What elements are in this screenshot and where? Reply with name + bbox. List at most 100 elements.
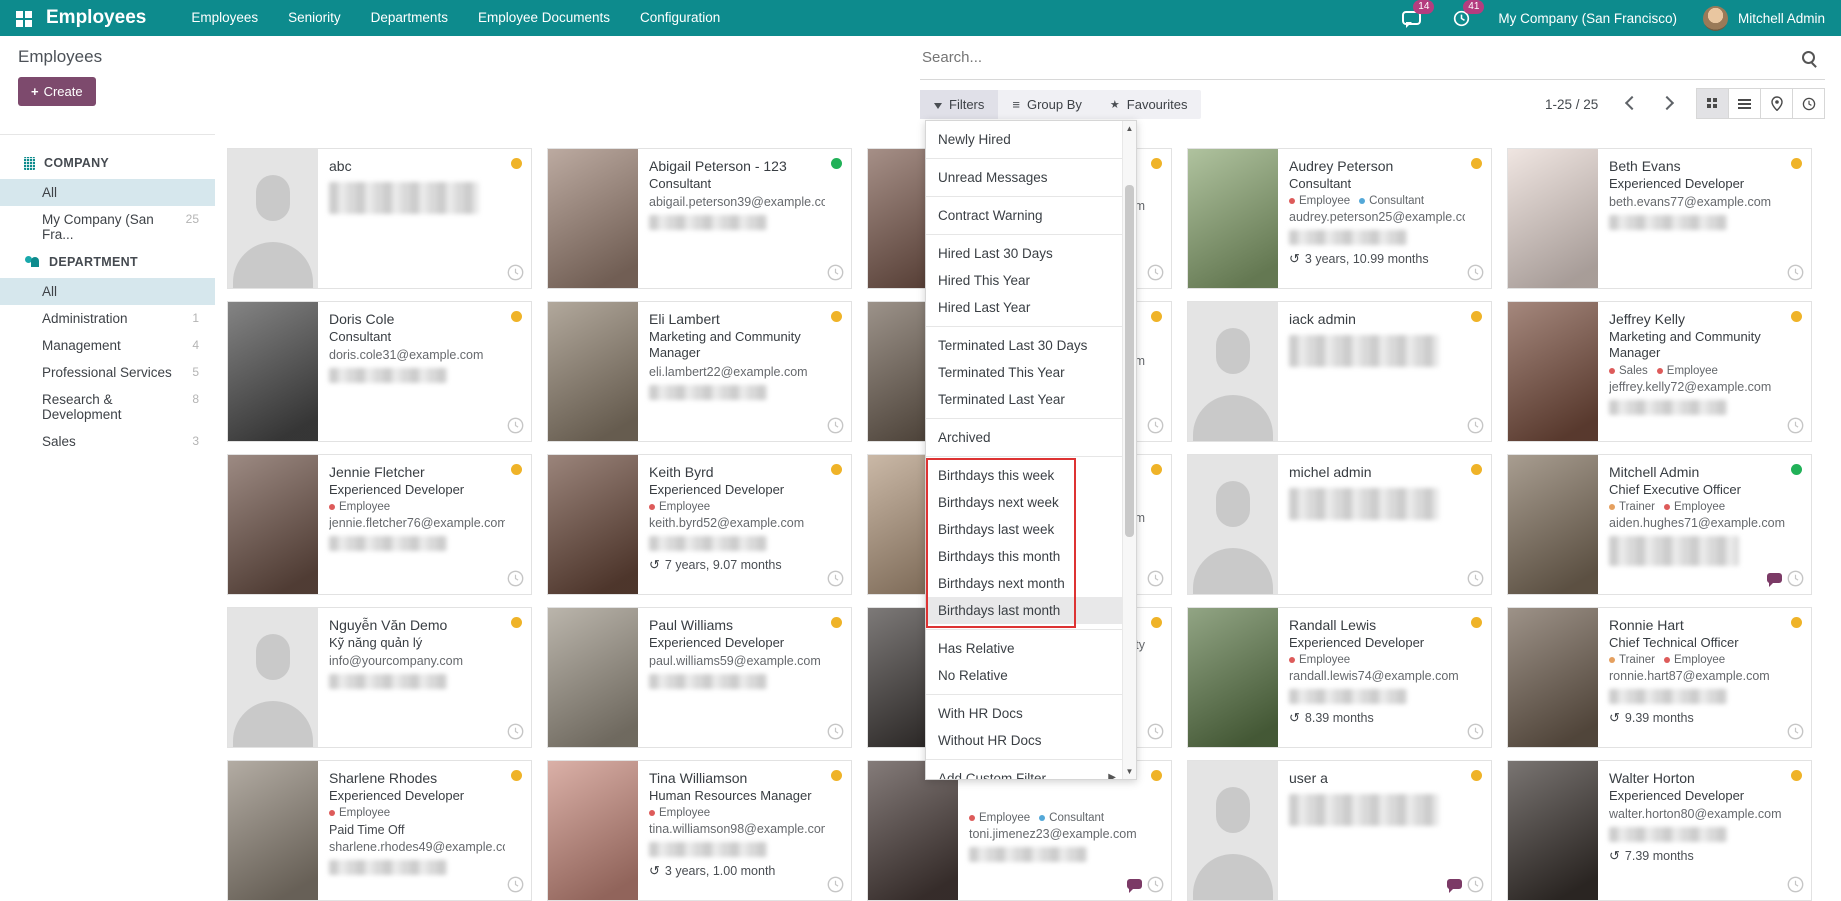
map-view-button[interactable] <box>1760 88 1793 119</box>
employee-card[interactable]: Doris ColeConsultantdoris.cole31@example… <box>227 301 532 442</box>
activity-clock-icon[interactable] <box>507 723 524 740</box>
sidebar-item-management[interactable]: Management4 <box>0 332 215 359</box>
filter-item-archived[interactable]: Archived <box>926 424 1136 451</box>
activity-clock-icon[interactable] <box>1787 723 1804 740</box>
activity-clock-icon[interactable] <box>1467 570 1484 587</box>
chat-message-icon[interactable] <box>1447 879 1462 889</box>
status-dot-yellow[interactable] <box>1471 158 1482 169</box>
filters-button[interactable]: Filters <box>920 90 998 119</box>
pager-previous-button[interactable] <box>1620 92 1642 114</box>
filter-item-hired-this-year[interactable]: Hired This Year <box>926 267 1136 294</box>
filter-item-birthdays-next-month[interactable]: Birthdays next month <box>926 570 1136 597</box>
status-dot-yellow[interactable] <box>831 770 842 781</box>
user-avatar[interactable] <box>1703 6 1728 31</box>
employee-card[interactable]: Jeffrey KellyMarketing and Community Man… <box>1507 301 1812 442</box>
status-dot-yellow[interactable] <box>1151 617 1162 628</box>
filter-item-newly-hired[interactable]: Newly Hired <box>926 126 1136 153</box>
filter-item-birthdays-last-month[interactable]: Birthdays last month <box>926 597 1136 624</box>
employee-card[interactable]: Mitchell AdminChief Executive OfficerTra… <box>1507 454 1812 595</box>
activity-clock-icon[interactable] <box>1467 723 1484 740</box>
filter-item-birthdays-this-week[interactable]: Birthdays this week <box>926 462 1136 489</box>
status-dot-yellow[interactable] <box>1471 464 1482 475</box>
status-dot-yellow[interactable] <box>1471 311 1482 322</box>
filter-item-terminated-this-year[interactable]: Terminated This Year <box>926 359 1136 386</box>
activity-clock-icon[interactable] <box>1147 417 1164 434</box>
sidebar-item-sales[interactable]: Sales3 <box>0 428 215 455</box>
activity-clock-icon[interactable] <box>1467 417 1484 434</box>
status-dot-yellow[interactable] <box>1151 158 1162 169</box>
search-icon[interactable] <box>1802 51 1815 64</box>
pager-next-button[interactable] <box>1655 92 1677 114</box>
filter-item-without-hr-docs[interactable]: Without HR Docs <box>926 727 1136 754</box>
activity-clock-icon[interactable] <box>1787 570 1804 587</box>
activity-clock-icon[interactable] <box>507 570 524 587</box>
filter-item-hired-last-year[interactable]: Hired Last Year <box>926 294 1136 321</box>
sidebar-item-administration[interactable]: Administration1 <box>0 305 215 332</box>
employee-card[interactable]: Paul WilliamsExperienced Developerpaul.w… <box>547 607 852 748</box>
menu-item-departments[interactable]: Departments <box>356 0 463 36</box>
activity-clock-icon[interactable] <box>827 417 844 434</box>
activity-clock-icon[interactable] <box>1787 417 1804 434</box>
favourites-button[interactable]: ★ Favourites <box>1096 90 1202 119</box>
employee-card[interactable]: Nguyễn Văn DemoKỹ năng quản lýinfo@yourc… <box>227 607 532 748</box>
dropdown-scrollbar[interactable]: ▲▼ <box>1122 121 1136 779</box>
filter-item-unread-messages[interactable]: Unread Messages <box>926 164 1136 191</box>
filter-item-terminated-last-year[interactable]: Terminated Last Year <box>926 386 1136 413</box>
activity-clock-icon[interactable] <box>507 264 524 281</box>
apps-grid-icon[interactable] <box>16 10 32 26</box>
filter-item-terminated-last-30-days[interactable]: Terminated Last 30 Days <box>926 332 1136 359</box>
status-dot-yellow[interactable] <box>1471 770 1482 781</box>
menu-item-employee-documents[interactable]: Employee Documents <box>463 0 625 36</box>
activity-clock-icon[interactable] <box>827 876 844 893</box>
status-dot-yellow[interactable] <box>831 617 842 628</box>
filter-item-birthdays-last-week[interactable]: Birthdays last week <box>926 516 1136 543</box>
list-view-button[interactable] <box>1728 88 1761 119</box>
sidebar-item-all[interactable]: All <box>0 278 215 305</box>
company-switcher[interactable]: My Company (San Francisco) <box>1498 11 1677 26</box>
filter-item-contract-warning[interactable]: Contract Warning <box>926 202 1136 229</box>
filter-item-no-relative[interactable]: No Relative <box>926 662 1136 689</box>
employee-card[interactable]: Jennie FletcherExperienced DeveloperEmpl… <box>227 454 532 595</box>
employee-card[interactable]: EmployeeConsultanttoni.jimenez23@example… <box>867 760 1172 901</box>
status-dot-yellow[interactable] <box>1791 770 1802 781</box>
activities-icon[interactable]: 41 <box>1448 7 1474 29</box>
employee-card[interactable]: abc <box>227 148 532 289</box>
activity-clock-icon[interactable] <box>1787 264 1804 281</box>
chat-message-icon[interactable] <box>1767 573 1782 583</box>
activity-clock-icon[interactable] <box>1467 264 1484 281</box>
status-dot-yellow[interactable] <box>1471 617 1482 628</box>
create-button[interactable]: +Create <box>18 77 96 106</box>
employee-card[interactable]: Keith ByrdExperienced DeveloperEmployeek… <box>547 454 852 595</box>
activity-view-button[interactable] <box>1792 88 1825 119</box>
status-dot-yellow[interactable] <box>1151 311 1162 322</box>
status-dot-yellow[interactable] <box>831 464 842 475</box>
scrollbar-thumb[interactable] <box>1125 185 1134 537</box>
status-dot-green[interactable] <box>831 158 842 169</box>
employee-card[interactable]: michel admin <box>1187 454 1492 595</box>
status-dot-yellow[interactable] <box>511 311 522 322</box>
filter-item-birthdays-next-week[interactable]: Birthdays next week <box>926 489 1136 516</box>
activity-clock-icon[interactable] <box>1147 876 1164 893</box>
filter-item-has-relative[interactable]: Has Relative <box>926 635 1136 662</box>
activity-clock-icon[interactable] <box>827 264 844 281</box>
employee-card[interactable]: Beth EvansExperienced Developerbeth.evan… <box>1507 148 1812 289</box>
employee-card[interactable]: user a <box>1187 760 1492 901</box>
employee-card[interactable]: Abigail Peterson - 123Consultantabigail.… <box>547 148 852 289</box>
status-dot-yellow[interactable] <box>511 464 522 475</box>
employee-card[interactable]: Walter HortonExperienced Developerwalter… <box>1507 760 1812 901</box>
activity-clock-icon[interactable] <box>827 570 844 587</box>
filter-item-hired-last-30-days[interactable]: Hired Last 30 Days <box>926 240 1136 267</box>
status-dot-yellow[interactable] <box>831 311 842 322</box>
scroll-down-icon[interactable]: ▼ <box>1123 767 1136 776</box>
status-dot-yellow[interactable] <box>1151 464 1162 475</box>
employee-card[interactable]: Tina WilliamsonHuman Resources ManagerEm… <box>547 760 852 901</box>
activity-clock-icon[interactable] <box>827 723 844 740</box>
menu-item-employees[interactable]: Employees <box>176 0 273 36</box>
employee-card[interactable]: Ronnie HartChief Technical OfficerTraine… <box>1507 607 1812 748</box>
activity-clock-icon[interactable] <box>507 876 524 893</box>
activity-clock-icon[interactable] <box>1787 876 1804 893</box>
status-dot-yellow[interactable] <box>1151 770 1162 781</box>
chat-message-icon[interactable] <box>1127 879 1142 889</box>
employee-card[interactable]: iack admin <box>1187 301 1492 442</box>
user-menu[interactable]: Mitchell Admin <box>1738 11 1825 26</box>
